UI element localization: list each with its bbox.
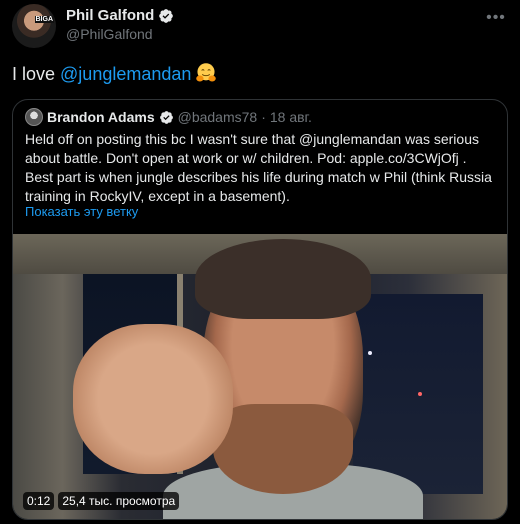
author-handle[interactable]: @PhilGalfond xyxy=(66,26,153,42)
video-person-hand xyxy=(73,324,233,474)
hugging-face-emoji-icon xyxy=(196,63,217,82)
video-light xyxy=(368,351,372,355)
video-player[interactable]: 0:12 25,4 тыс. просмотра xyxy=(13,234,507,519)
author-name-row[interactable]: Phil Galfond xyxy=(66,7,174,24)
more-options-icon[interactable]: ••• xyxy=(486,8,506,28)
quoted-tweet-text: Held off on posting this bc I wasn't sur… xyxy=(25,131,492,204)
quoted-author-handle: @badams78 xyxy=(177,109,258,125)
avatar-label: BIGA xyxy=(34,16,54,23)
tweet-header: BIGA Phil Galfond @PhilGalfond ••• xyxy=(12,4,508,52)
video-person-hair xyxy=(195,239,371,319)
verified-badge-icon xyxy=(159,110,173,124)
video-views: 25,4 тыс. просмотра xyxy=(58,492,180,510)
video-overlay: 0:12 25,4 тыс. просмотра xyxy=(23,492,180,510)
quoted-tweet-header: Brandon Adams @badams78 · 18 авг. xyxy=(25,108,312,126)
quoted-tweet-date: 18 авг. xyxy=(269,109,312,125)
meta-separator: · xyxy=(261,109,266,125)
video-time: 0:12 xyxy=(23,492,55,510)
quoted-author-avatar xyxy=(25,108,43,126)
tweet-text-prefix: I love xyxy=(12,64,61,84)
quoted-tweet[interactable]: Brandon Adams @badams78 · 18 авг. Held o… xyxy=(12,99,508,520)
author-avatar[interactable]: BIGA xyxy=(12,4,56,48)
video-light xyxy=(418,392,422,396)
show-thread-link[interactable]: Показать эту ветку xyxy=(25,204,138,219)
verified-badge-icon xyxy=(159,8,174,23)
tweet-mention-link[interactable]: @junglemandan xyxy=(60,64,191,84)
quoted-author-name: Brandon Adams xyxy=(47,109,155,125)
video-person-beard xyxy=(213,404,353,494)
tweet-text: I love @junglemandan xyxy=(12,62,217,86)
author-name[interactable]: Phil Galfond xyxy=(66,7,154,24)
